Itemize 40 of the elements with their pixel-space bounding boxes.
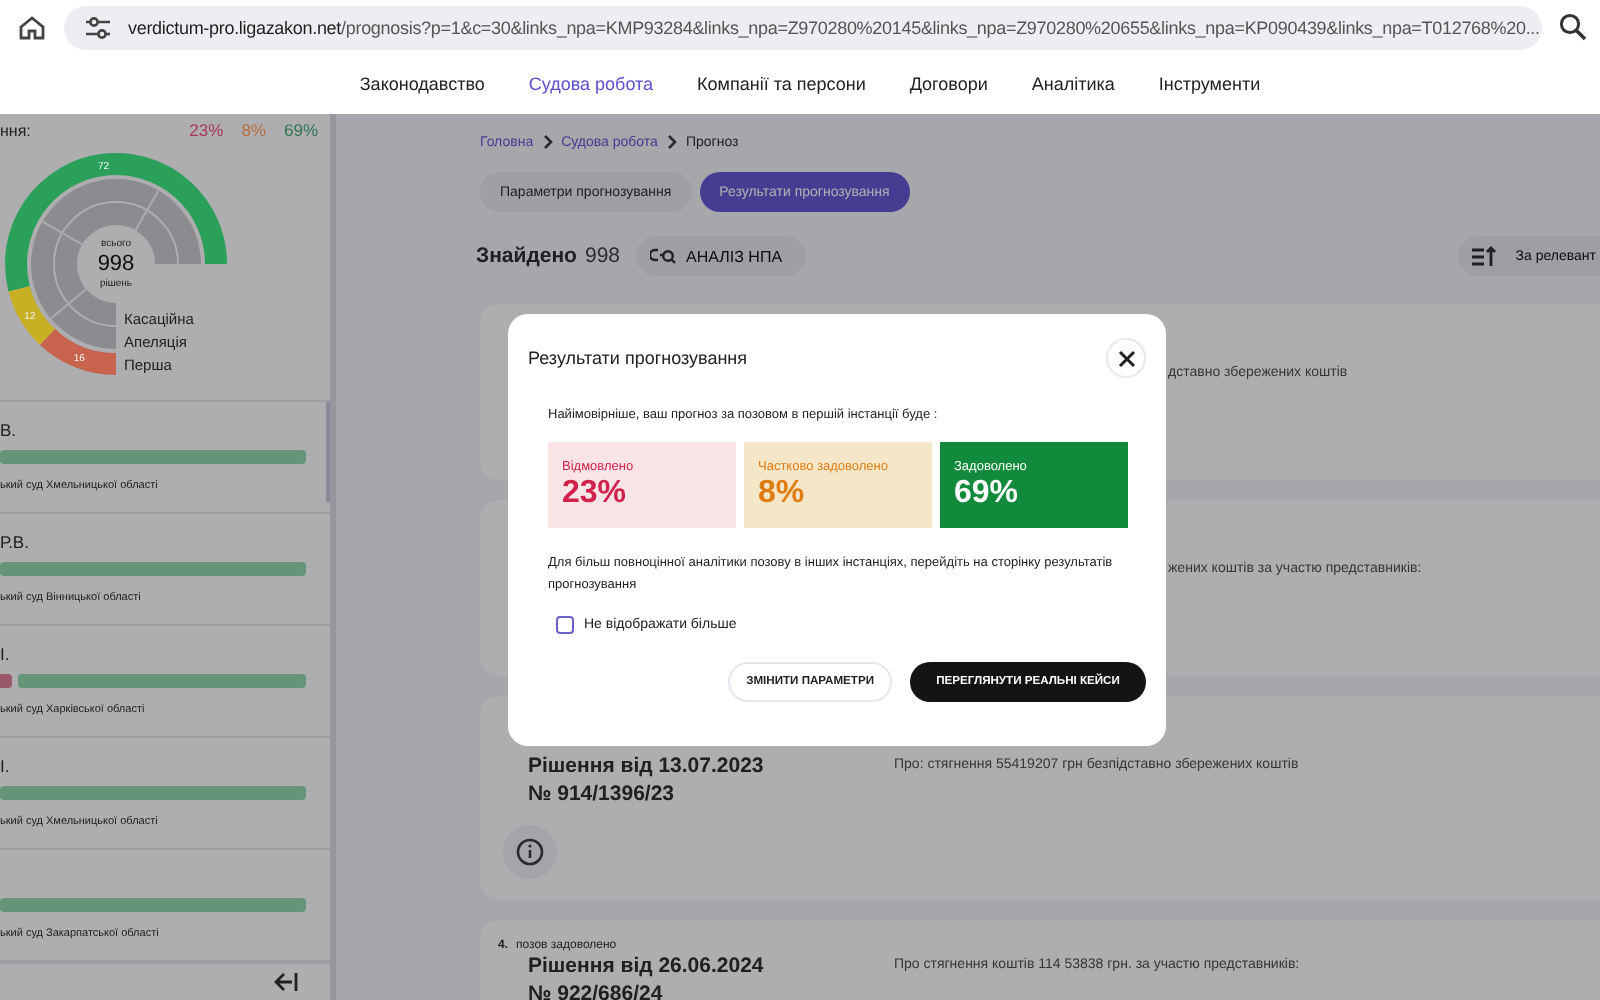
checkbox[interactable] <box>556 616 574 634</box>
sort-icon <box>1469 245 1496 267</box>
decision-title[interactable]: Рішення від 26.06.2024 <box>528 952 894 980</box>
total-count: 998 <box>97 252 135 276</box>
link-search-icon <box>650 246 677 266</box>
judge-name[interactable]: І. <box>0 644 306 664</box>
zoom-icon[interactable] <box>1558 12 1588 42</box>
info-icon[interactable] <box>502 824 558 880</box>
chevron-icon <box>665 134 678 150</box>
nav-link[interactable]: Законодавство <box>359 74 485 94</box>
percent-value: 8% <box>241 120 266 140</box>
collapse-icon[interactable] <box>274 972 298 992</box>
tune-icon <box>84 13 112 41</box>
outcome-value: 8% <box>758 476 807 512</box>
judge-name[interactable]: І. <box>0 756 306 776</box>
decision-title[interactable]: № 922/686/24 <box>528 980 894 1000</box>
close-icon <box>1117 349 1135 367</box>
chevron-icon <box>541 134 554 150</box>
nav-link[interactable]: Судова робота <box>528 74 654 94</box>
close-button[interactable] <box>1106 338 1146 378</box>
nav-link[interactable]: Інструменти <box>1158 74 1261 94</box>
percent-value: 23% <box>189 120 224 140</box>
dialog-title: Результати прогнозування <box>528 348 748 368</box>
nav-link[interactable]: Компанії та персони <box>697 74 866 94</box>
found-label: Знайдено <box>476 244 577 268</box>
outcome-value: 23% <box>562 476 629 512</box>
judge-name[interactable]: Р.В. <box>0 532 306 552</box>
nav-link[interactable]: Аналітика <box>1031 74 1115 94</box>
url-text: verdictum-pro.ligazakon.net/prognosis?p=1&c=30&links_npa=KMP93284&links_npa=Z970280%20145&links_npa=Z970280%20655&links_npa=KP090439&links_npa=T012768%20... <box>128 17 1540 37</box>
outcome-value: 69% <box>954 476 1021 512</box>
nav-link[interactable]: Договори <box>909 74 988 94</box>
home-icon[interactable] <box>16 11 48 43</box>
analysis-button[interactable]: АНАЛІЗ НПА <box>636 236 807 276</box>
address-bar[interactable]: verdictum-pro.ligazakon.net/prognosis?p=1&c=30&links_npa=KMP93284&links_npa=Z970280%20145&links_npa=Z970280%20655&links_npa=KP090439&links_npa=T012768%20... <box>64 5 1542 49</box>
decision-title[interactable]: Рішення від 13.07.2023 <box>528 752 894 780</box>
stats-heading: ння: <box>0 121 31 139</box>
judge-name[interactable]: В. <box>0 420 306 440</box>
percent-value: 69% <box>283 120 318 140</box>
found-count: 998 <box>584 244 621 268</box>
decision-title[interactable]: № 914/1396/23 <box>528 780 894 808</box>
